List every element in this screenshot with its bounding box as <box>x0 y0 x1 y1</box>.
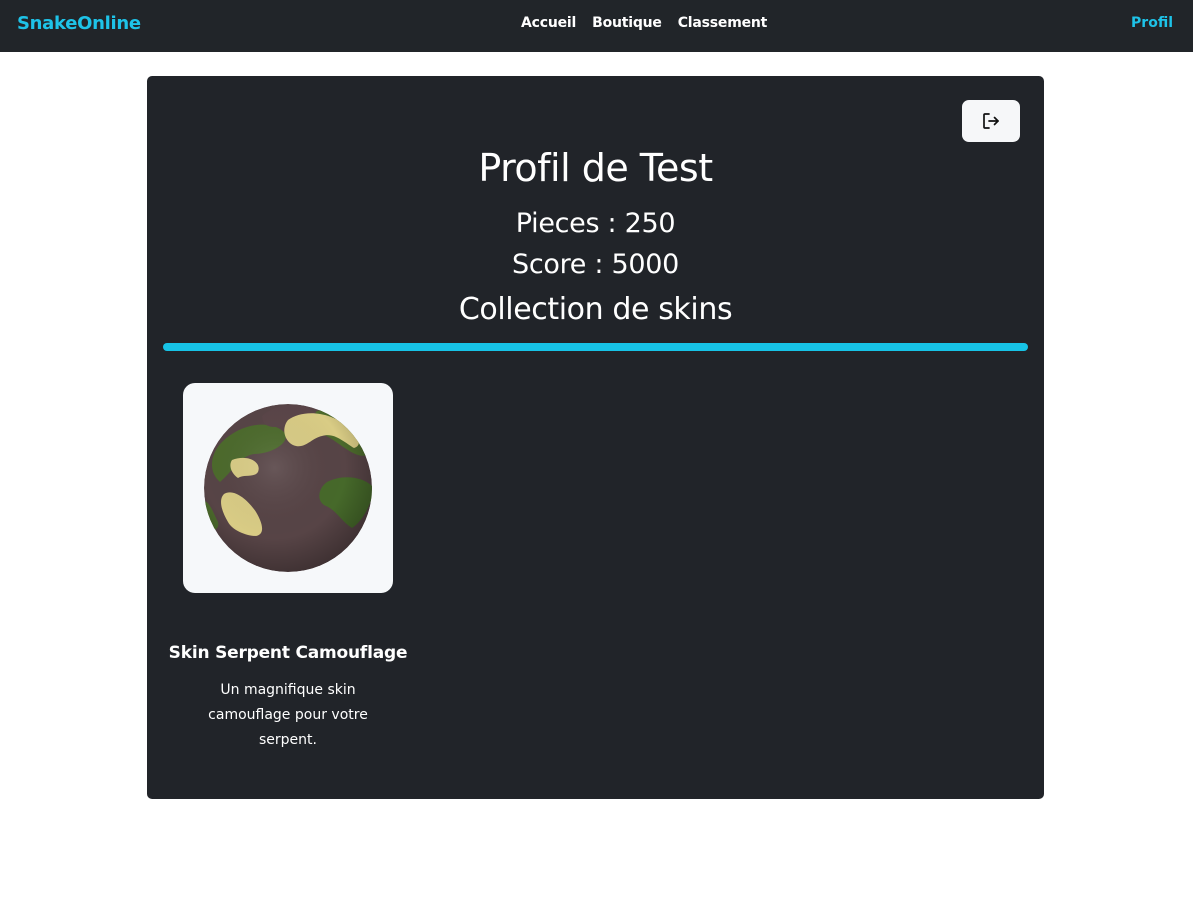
logout-button[interactable] <box>962 100 1020 142</box>
profile-title: Profil de Test <box>478 146 713 190</box>
camouflage-ball-icon <box>204 404 372 572</box>
nav-link-profil[interactable]: Profil <box>1131 15 1173 31</box>
nav-link-classement[interactable]: Classement <box>678 15 768 31</box>
skin-description: Un magnifique skin camouflage pour votre… <box>208 682 368 748</box>
nav-link-boutique[interactable]: Boutique <box>592 15 662 31</box>
profile-card: Profil de Test Pieces : 250 Score : 5000… <box>147 76 1044 799</box>
top-navbar: SnakeOnline Accueil Boutique Classement … <box>0 0 1193 52</box>
skin-name: Skin Serpent Camouflage <box>168 643 408 663</box>
collection-title: Collection de skins <box>458 292 733 327</box>
brand-link[interactable]: SnakeOnline <box>17 13 141 34</box>
nav-links: Accueil Boutique Classement <box>521 15 767 31</box>
section-divider <box>163 343 1028 351</box>
score-value: Score : 5000 <box>512 249 679 280</box>
coins-count: Pieces : 250 <box>515 208 676 239</box>
logout-icon <box>983 113 999 129</box>
skin-image <box>183 383 393 593</box>
nav-link-accueil[interactable]: Accueil <box>521 15 576 31</box>
